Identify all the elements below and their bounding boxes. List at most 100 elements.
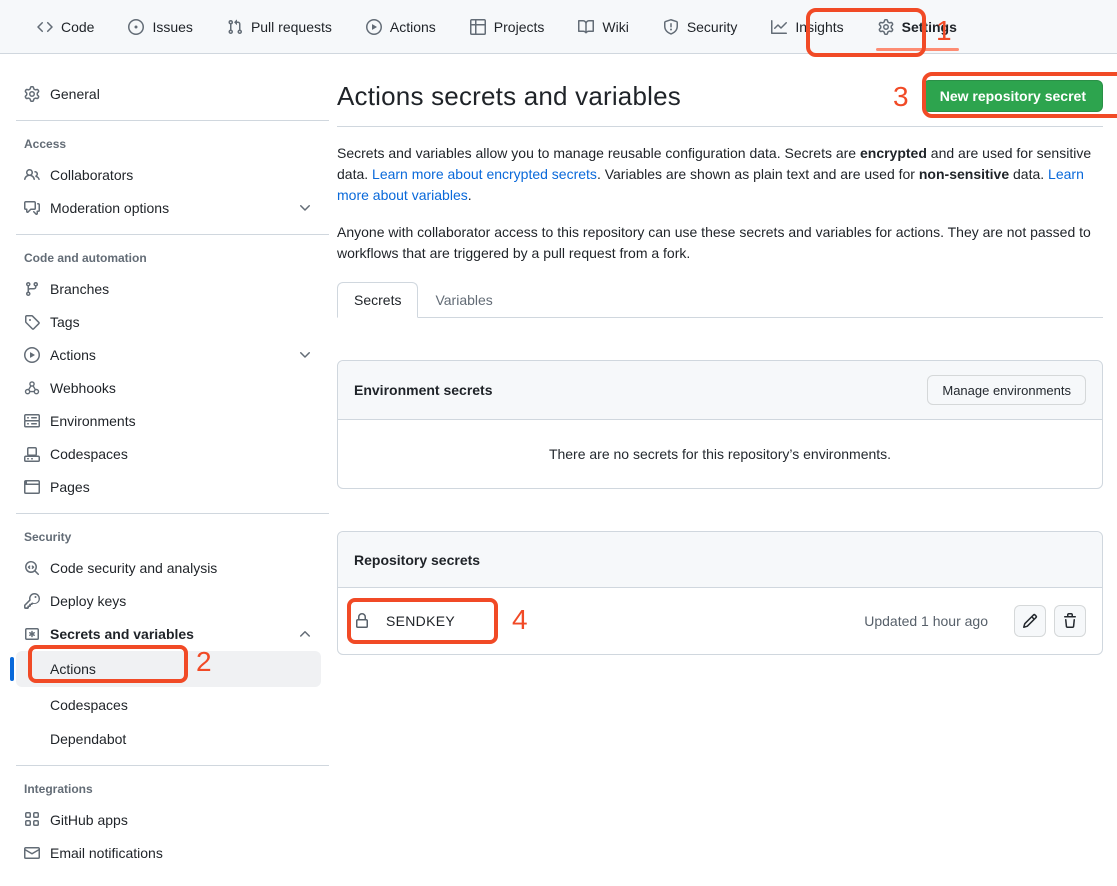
apps-icon bbox=[24, 812, 40, 828]
trash-icon bbox=[1062, 613, 1078, 629]
sidebar-item-label: Environments bbox=[50, 413, 136, 429]
repository-secrets-box: Repository secrets SENDKEY Updated 1 hou… bbox=[337, 531, 1103, 655]
book-icon bbox=[578, 19, 594, 35]
repository-secrets-title: Repository secrets bbox=[354, 552, 480, 568]
section-title-integrations: Integrations bbox=[16, 776, 321, 804]
sidebar-item-moderation-options[interactable]: Moderation options bbox=[16, 192, 321, 224]
sidebar-item-label: Tags bbox=[50, 314, 80, 330]
edit-secret-button[interactable] bbox=[1014, 605, 1046, 637]
tab-projects-label: Projects bbox=[494, 19, 545, 35]
sidebar-item-label: Code security and analysis bbox=[50, 560, 217, 576]
sidebar-item-label: Webhooks bbox=[50, 380, 116, 396]
sidebar-item-label: GitHub apps bbox=[50, 812, 128, 828]
lock-icon bbox=[354, 613, 370, 629]
tab-wiki[interactable]: Wiki bbox=[566, 0, 640, 53]
settings-sidebar: General Access Collaborators Moderation … bbox=[0, 54, 337, 886]
tab-actions-label: Actions bbox=[390, 19, 436, 35]
codescan-icon bbox=[24, 560, 40, 576]
divider bbox=[16, 513, 329, 514]
sidebar-item-branches[interactable]: Branches bbox=[16, 273, 321, 305]
key-asterisk-icon bbox=[24, 626, 40, 642]
codespaces-icon bbox=[24, 446, 40, 462]
tab-code[interactable]: Code bbox=[25, 0, 106, 53]
sidebar-item-label: Codespaces bbox=[50, 697, 128, 713]
server-icon bbox=[24, 413, 40, 429]
gear-icon bbox=[24, 86, 40, 102]
sidebar-item-actions[interactable]: Actions bbox=[16, 339, 321, 371]
sidebar-item-environments[interactable]: Environments bbox=[16, 405, 321, 437]
sidebar-item-secrets-and-variables[interactable]: Secrets and variables bbox=[16, 618, 321, 650]
tab-variables[interactable]: Variables bbox=[418, 282, 509, 318]
tab-issues-label: Issues bbox=[152, 19, 192, 35]
sidebar-item-tags[interactable]: Tags bbox=[16, 306, 321, 338]
repo-nav: Code Issues Pull requests Actions Projec… bbox=[0, 0, 1117, 54]
sidebar-item-label: General bbox=[50, 86, 100, 102]
page-title: Actions secrets and variables bbox=[337, 81, 681, 112]
manage-environments-button[interactable]: Manage environments bbox=[927, 375, 1086, 405]
tab-settings[interactable]: Settings bbox=[866, 0, 969, 53]
pencil-icon bbox=[1022, 613, 1038, 629]
issue-opened-icon bbox=[128, 19, 144, 35]
sidebar-item-label: Branches bbox=[50, 281, 109, 297]
description: Secrets and variables allow you to manag… bbox=[337, 143, 1103, 264]
secret-name: SENDKEY bbox=[386, 613, 455, 629]
browser-icon bbox=[24, 479, 40, 495]
divider bbox=[16, 765, 329, 766]
sidebar-item-webhooks[interactable]: Webhooks bbox=[16, 372, 321, 404]
sidebar-subitem-actions[interactable]: Actions bbox=[16, 651, 321, 687]
sidebar-item-label: Secrets and variables bbox=[50, 626, 194, 642]
section-title-code-and-automation: Code and automation bbox=[16, 245, 321, 273]
secret-updated-timestamp: Updated 1 hour ago bbox=[864, 613, 988, 629]
sidebar-item-deploy-keys[interactable]: Deploy keys bbox=[16, 585, 321, 617]
sidebar-subitem-dependabot[interactable]: Dependabot bbox=[16, 722, 321, 755]
webhook-icon bbox=[24, 380, 40, 396]
sidebar-item-codespaces[interactable]: Codespaces bbox=[16, 438, 321, 470]
sidebar-item-label: Pages bbox=[50, 479, 90, 495]
table-icon bbox=[470, 19, 486, 35]
sidebar-item-label: Actions bbox=[50, 661, 96, 677]
chevron-down-icon bbox=[297, 347, 313, 363]
sidebar-item-pages[interactable]: Pages bbox=[16, 471, 321, 503]
tab-projects[interactable]: Projects bbox=[458, 0, 557, 53]
chevron-down-icon bbox=[297, 200, 313, 216]
tab-pull-requests[interactable]: Pull requests bbox=[215, 0, 344, 53]
secrets-variables-tabnav: Secrets Variables bbox=[337, 282, 1103, 318]
main-content: Actions secrets and variables New reposi… bbox=[337, 54, 1117, 655]
tab-security[interactable]: Security bbox=[651, 0, 750, 53]
new-repository-secret-button[interactable]: New repository secret bbox=[923, 80, 1103, 112]
active-tab-underline bbox=[876, 48, 959, 51]
delete-secret-button[interactable] bbox=[1054, 605, 1086, 637]
shield-icon bbox=[663, 19, 679, 35]
code-icon bbox=[37, 19, 53, 35]
section-title-security: Security bbox=[16, 524, 321, 552]
tab-wiki-label: Wiki bbox=[602, 19, 628, 35]
graph-icon bbox=[771, 19, 787, 35]
encrypted-secrets-link[interactable]: Learn more about encrypted secrets bbox=[372, 166, 597, 182]
sidebar-item-code-security[interactable]: Code security and analysis bbox=[16, 552, 321, 584]
mail-icon bbox=[24, 845, 40, 861]
comment-discussion-icon bbox=[24, 200, 40, 216]
sidebar-item-general[interactable]: General bbox=[16, 78, 321, 110]
divider bbox=[16, 120, 329, 121]
sidebar-item-label: Actions bbox=[50, 347, 96, 363]
sidebar-item-label: Dependabot bbox=[50, 731, 126, 747]
tab-insights-label: Insights bbox=[795, 19, 843, 35]
tab-insights[interactable]: Insights bbox=[759, 0, 855, 53]
sidebar-item-github-apps[interactable]: GitHub apps bbox=[16, 804, 321, 836]
git-branch-icon bbox=[24, 281, 40, 297]
chevron-up-icon bbox=[297, 626, 313, 642]
play-icon bbox=[366, 19, 382, 35]
sidebar-item-label: Codespaces bbox=[50, 446, 128, 462]
sidebar-subitem-codespaces[interactable]: Codespaces bbox=[16, 688, 321, 721]
sidebar-item-collaborators[interactable]: Collaborators bbox=[16, 159, 321, 191]
tab-settings-label: Settings bbox=[902, 19, 957, 35]
play-icon bbox=[24, 347, 40, 363]
environment-secrets-title: Environment secrets bbox=[354, 382, 493, 398]
description-paragraph-2: Anyone with collaborator access to this … bbox=[337, 222, 1103, 264]
tab-issues[interactable]: Issues bbox=[116, 0, 204, 53]
secret-row: SENDKEY Updated 1 hour ago bbox=[338, 588, 1102, 654]
tab-secrets[interactable]: Secrets bbox=[337, 282, 418, 318]
tab-actions[interactable]: Actions bbox=[354, 0, 448, 53]
divider bbox=[337, 126, 1103, 127]
sidebar-item-email-notifications[interactable]: Email notifications bbox=[16, 837, 321, 869]
